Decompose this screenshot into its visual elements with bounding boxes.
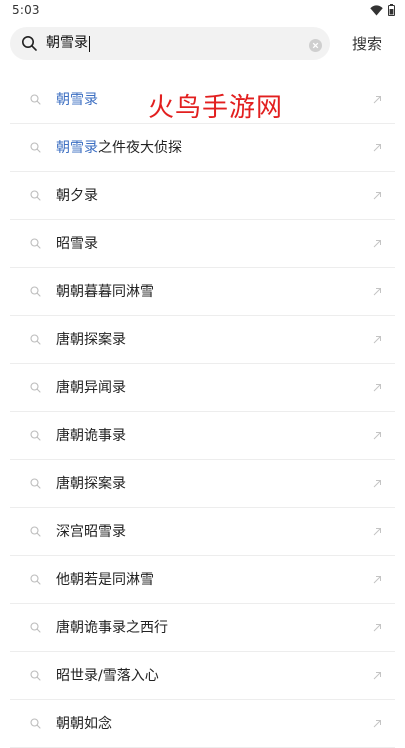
suggestion-item[interactable]: 唐朝探案录	[10, 316, 395, 364]
suggestion-match: 朝雪录	[56, 140, 98, 156]
suggestion-item[interactable]: 他朝若是同淋雪	[10, 556, 395, 604]
search-icon	[30, 142, 41, 153]
search-icon	[30, 526, 41, 537]
fill-arrow-icon[interactable]	[373, 335, 382, 344]
fill-arrow-icon[interactable]	[373, 431, 382, 440]
suggestion-item[interactable]: 朝朝暮暮同淋雪	[10, 268, 395, 316]
fill-arrow-icon[interactable]	[373, 623, 382, 632]
suggestion-list: 朝雪录 朝雪录之件夜大侦探 朝夕录 昭雪录 朝朝暮暮同淋雪 唐朝探案录 唐朝异闻录 唐朝诡事录…	[0, 76, 405, 748]
suggestion-text: 昭世录/雪落入心	[56, 666, 159, 686]
suggestion-text: 昭雪录	[56, 234, 98, 254]
suggestion-rest: 唐朝诡事录	[56, 428, 126, 444]
fill-arrow-icon[interactable]	[373, 95, 382, 104]
search-input[interactable]: 朝雪录	[46, 34, 90, 53]
search-icon	[30, 430, 41, 441]
status-bar: 5:03	[0, 0, 405, 22]
suggestion-text: 唐朝异闻录	[56, 378, 126, 398]
suggestion-rest: 他朝若是同淋雪	[56, 572, 154, 588]
suggestion-rest: 之件夜大侦探	[98, 140, 182, 156]
text-caret	[89, 35, 90, 52]
suggestion-text: 唐朝诡事录之西行	[56, 618, 168, 638]
suggestion-rest: 唐朝探案录	[56, 476, 126, 492]
suggestion-rest: 朝夕录	[56, 188, 98, 204]
search-icon	[30, 94, 41, 105]
suggestion-rest: 唐朝诡事录之西行	[56, 620, 168, 636]
search-bar[interactable]: 朝雪录	[10, 27, 330, 60]
suggestion-rest: 唐朝异闻录	[56, 380, 126, 396]
suggestion-text: 他朝若是同淋雪	[56, 570, 154, 590]
suggestion-item[interactable]: 唐朝异闻录	[10, 364, 395, 412]
suggestion-item[interactable]: 朝朝如念	[10, 700, 395, 748]
status-icons	[370, 4, 395, 16]
suggestion-match: 朝雪录	[56, 92, 98, 108]
clear-icon[interactable]	[309, 37, 322, 52]
search-query: 朝雪录	[46, 35, 88, 51]
suggestion-text: 朝朝暮暮同淋雪	[56, 282, 154, 302]
fill-arrow-icon[interactable]	[373, 479, 382, 488]
search-icon	[30, 478, 41, 489]
fill-arrow-icon[interactable]	[373, 671, 382, 680]
search-icon	[30, 670, 41, 681]
suggestion-text: 朝雪录之件夜大侦探	[56, 138, 182, 158]
search-icon	[30, 622, 41, 633]
suggestion-rest: 朝朝暮暮同淋雪	[56, 284, 154, 300]
search-icon	[30, 238, 41, 249]
suggestion-text: 唐朝探案录	[56, 330, 126, 350]
fill-arrow-icon[interactable]	[373, 383, 382, 392]
suggestion-rest: 唐朝探案录	[56, 332, 126, 348]
search-icon	[30, 286, 41, 297]
search-icon	[30, 382, 41, 393]
fill-arrow-icon[interactable]	[373, 191, 382, 200]
search-icon	[30, 190, 41, 201]
suggestion-text: 唐朝诡事录	[56, 426, 126, 446]
suggestion-text: 深宫昭雪录	[56, 522, 126, 542]
search-button[interactable]: 搜索	[352, 34, 382, 54]
fill-arrow-icon[interactable]	[373, 287, 382, 296]
suggestion-text: 朝夕录	[56, 186, 98, 206]
suggestion-item[interactable]: 唐朝探案录	[10, 460, 395, 508]
suggestion-rest: 朝朝如念	[56, 716, 112, 732]
suggestion-item[interactable]: 唐朝诡事录	[10, 412, 395, 460]
fill-arrow-icon[interactable]	[373, 527, 382, 536]
suggestion-item[interactable]: 唐朝诡事录之西行	[10, 604, 395, 652]
wifi-icon	[370, 4, 383, 15]
status-time: 5:03	[12, 3, 40, 17]
suggestion-rest: 昭雪录	[56, 236, 98, 252]
fill-arrow-icon[interactable]	[373, 143, 382, 152]
suggestion-item[interactable]: 昭世录/雪落入心	[10, 652, 395, 700]
battery-icon	[388, 4, 395, 16]
search-icon	[30, 574, 41, 585]
search-icon	[30, 334, 41, 345]
fill-arrow-icon[interactable]	[373, 575, 382, 584]
search-icon	[21, 35, 38, 52]
fill-arrow-icon[interactable]	[373, 719, 382, 728]
suggestion-rest: 昭世录/雪落入心	[56, 668, 159, 684]
suggestion-rest: 深宫昭雪录	[56, 524, 126, 540]
suggestion-item[interactable]: 深宫昭雪录	[10, 508, 395, 556]
watermark-logo: 火鸟手游网	[148, 93, 284, 123]
suggestion-text: 朝朝如念	[56, 714, 112, 734]
suggestion-item[interactable]: 朝雪录之件夜大侦探	[10, 124, 395, 172]
suggestion-text: 朝雪录	[56, 90, 98, 110]
fill-arrow-icon[interactable]	[373, 239, 382, 248]
suggestion-item[interactable]: 朝夕录	[10, 172, 395, 220]
suggestion-text: 唐朝探案录	[56, 474, 126, 494]
suggestion-item[interactable]: 昭雪录	[10, 220, 395, 268]
